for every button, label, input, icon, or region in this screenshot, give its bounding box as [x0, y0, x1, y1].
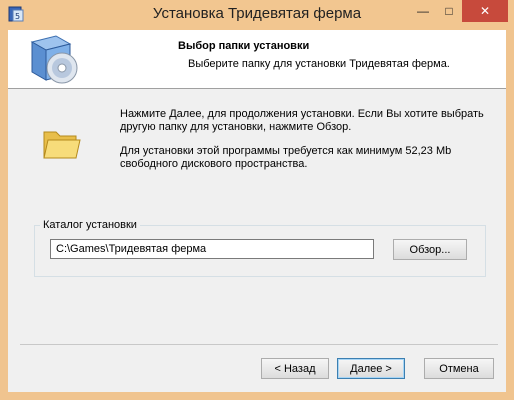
maximize-button[interactable]: □ — [436, 0, 462, 22]
install-path-input[interactable] — [50, 239, 374, 259]
title-bar[interactable]: 5 Установка Тридевятая ферма — □ ✕ — [0, 0, 514, 30]
footer-separator — [20, 344, 498, 345]
cancel-button[interactable]: Отмена — [424, 358, 494, 379]
header-title: Выбор папки установки — [178, 40, 310, 52]
browse-button[interactable]: Обзор... — [393, 239, 467, 260]
header-subtitle: Выберите папку для установки Тридевятая … — [188, 58, 450, 70]
intro-text: Нажмите Далее, для продолжения установки… — [120, 108, 484, 133]
dialog-client-area: Выбор папки установки Выберите папку для… — [8, 30, 506, 392]
installer-box-cd-icon — [30, 35, 78, 84]
header-panel: Выбор папки установки Выберите папку для… — [8, 30, 506, 89]
back-button[interactable]: < Назад — [261, 358, 329, 379]
install-dir-label: Каталог установки — [40, 219, 140, 231]
folder-icon — [43, 131, 81, 159]
close-button[interactable]: ✕ — [462, 0, 508, 22]
next-button[interactable]: Далее > — [337, 358, 405, 379]
minimize-button[interactable]: — — [410, 0, 436, 22]
installer-window: 5 Установка Тридевятая ферма — □ ✕ Выбор… — [0, 0, 514, 400]
disk-space-text: Для установки этой программы требуется к… — [120, 145, 452, 170]
